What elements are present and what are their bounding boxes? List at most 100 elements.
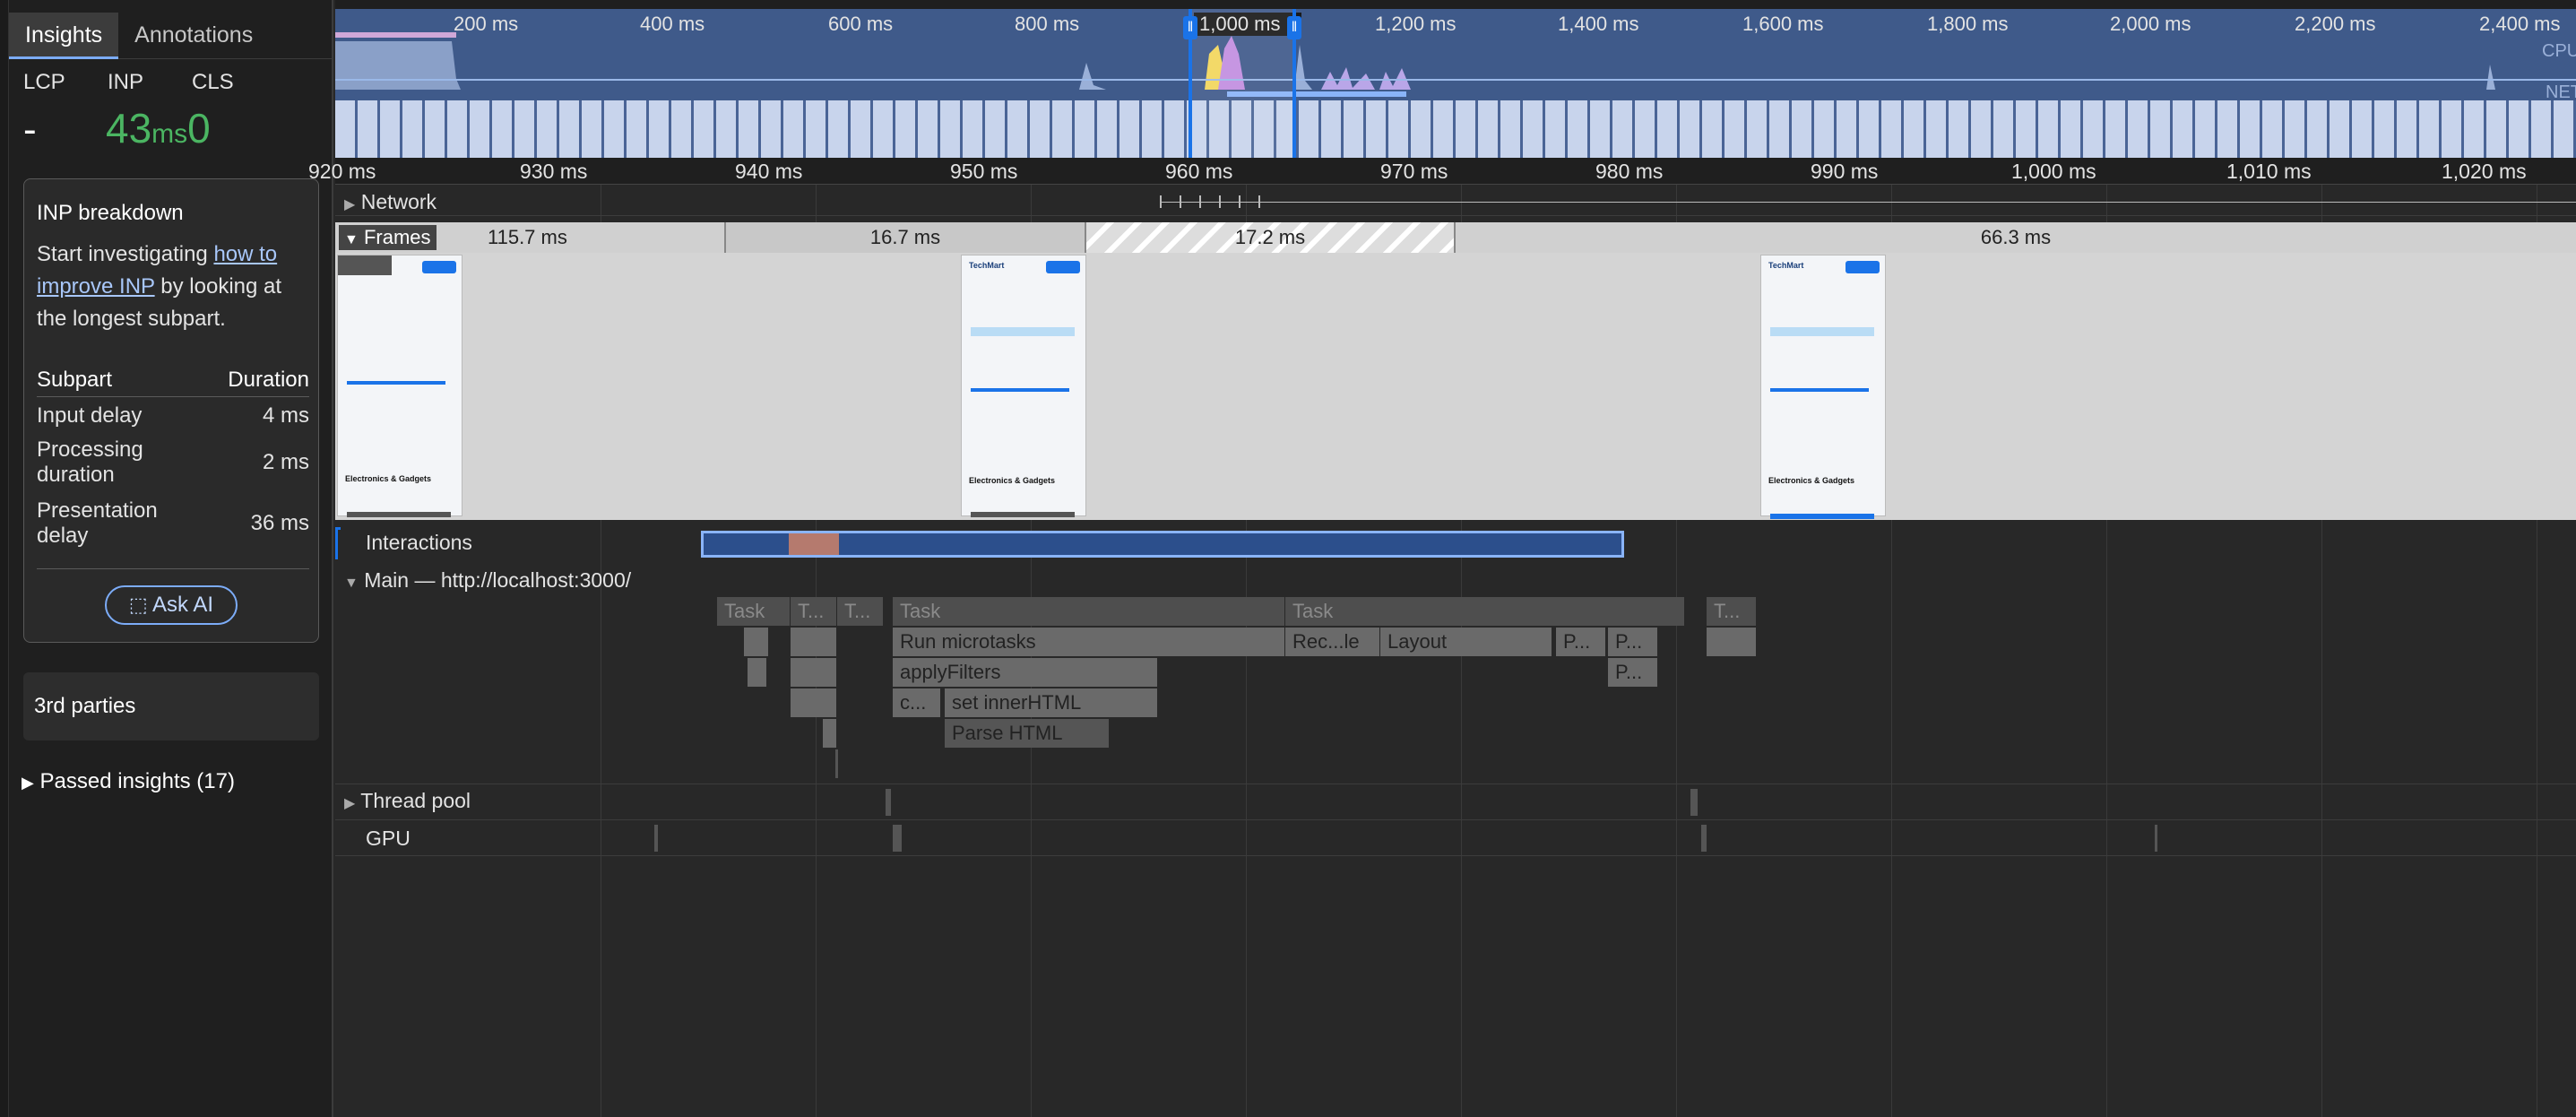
subpart-duration: 4 ms bbox=[262, 403, 309, 428]
interaction-bar[interactable] bbox=[701, 531, 1624, 558]
breakdown-header: Subpart Duration bbox=[37, 368, 309, 393]
timeline-overview[interactable]: 200 ms 400 ms 600 ms 800 ms 1,000 ms 1,2… bbox=[335, 0, 2576, 158]
frames-track-header[interactable]: ▼ Frames bbox=[339, 225, 437, 250]
insights-sidebar: Insights Annotations LCP INP CLS - 43ms0… bbox=[0, 0, 333, 1117]
frames-track[interactable]: ▼ Frames 115.7 ms 16.7 ms 17.2 ms 66.3 m… bbox=[335, 222, 2576, 253]
screenshot-heading: Electronics & Gadgets bbox=[1768, 476, 1855, 485]
timeline-panel[interactable]: 200 ms 400 ms 600 ms 800 ms 1,000 ms 1,2… bbox=[308, 0, 2576, 1117]
subpart-name: Processing duration bbox=[37, 437, 143, 487]
sidebar-tabs: Insights Annotations bbox=[9, 13, 333, 59]
frame-screenshot[interactable]: TechMart Electronics & Gadgets bbox=[1760, 255, 1886, 519]
network-request-markers bbox=[1160, 195, 1276, 208]
ruler-tick: 940 ms bbox=[735, 160, 803, 183]
cls-value: 0 bbox=[187, 105, 211, 152]
description-text-before: Start investigating bbox=[37, 242, 214, 266]
inp-label: INP bbox=[108, 70, 144, 94]
breakdown-divider bbox=[37, 396, 309, 397]
frame-segment[interactable]: 16.7 ms bbox=[726, 222, 1086, 253]
flame-task[interactable]: Task bbox=[1285, 597, 1685, 626]
ruler-tick: 990 ms bbox=[1811, 160, 1879, 183]
flame-event[interactable] bbox=[791, 658, 837, 687]
frame-segment-dropped[interactable]: 17.2 ms bbox=[1086, 222, 1456, 253]
ask-ai-icon: ⬚ bbox=[128, 593, 148, 616]
frame-segment[interactable]: ▼ Frames 115.7 ms bbox=[335, 222, 726, 253]
selection-right-handle[interactable]: ‖ bbox=[1287, 16, 1301, 39]
inp-breakdown-title: INP breakdown bbox=[37, 201, 184, 225]
flame-event[interactable] bbox=[791, 628, 837, 656]
flame-apply-filters[interactable]: applyFilters bbox=[893, 658, 1158, 687]
frame-screenshot[interactable]: Electronics & Gadgets bbox=[337, 255, 462, 517]
main-thread-header[interactable]: ▼ Main — http://localhost:3000/ bbox=[344, 568, 631, 593]
col-subpart: Subpart bbox=[37, 368, 113, 392]
frame-segment[interactable]: 66.3 ms bbox=[1456, 222, 2576, 253]
breakdown-row: Presentation delay 36 ms bbox=[37, 498, 309, 549]
ruler-tick: 980 ms bbox=[1595, 160, 1664, 183]
flame-layout[interactable]: Layout bbox=[1380, 628, 1552, 656]
flame-recalc-style[interactable]: Rec...le bbox=[1285, 628, 1380, 656]
timeline-ruler: 920 ms 930 ms 940 ms 950 ms 960 ms 970 m… bbox=[308, 158, 2576, 185]
ruler-tick: 930 ms bbox=[520, 160, 588, 183]
flame-event[interactable]: P... bbox=[1556, 628, 1606, 656]
overview-tick: 1,800 ms bbox=[1927, 13, 2009, 35]
lcp-value: - bbox=[23, 108, 37, 152]
flame-set-inner-html[interactable]: set innerHTML bbox=[945, 688, 1158, 717]
ruler-tick: 960 ms bbox=[1165, 160, 1233, 183]
breakdown-divider bbox=[37, 568, 309, 569]
col-duration: Duration bbox=[228, 368, 309, 392]
third-parties-insight[interactable]: 3rd parties bbox=[23, 672, 319, 740]
flame-event[interactable]: P... bbox=[1608, 628, 1658, 656]
ruler-tick: 920 ms bbox=[308, 160, 376, 183]
gpu-track-label[interactable]: GPU bbox=[366, 827, 411, 851]
inp-value[interactable]: 43ms0 bbox=[106, 104, 211, 152]
flame-event[interactable]: P... bbox=[1608, 658, 1658, 687]
overview-tick: 1,200 ms bbox=[1375, 13, 1457, 35]
tab-insights[interactable]: Insights bbox=[9, 13, 119, 59]
passed-insights-toggle[interactable]: ▶ Passed insights (17) bbox=[22, 769, 235, 794]
selection-left-handle[interactable]: ‖ bbox=[1183, 16, 1197, 39]
flame-event[interactable] bbox=[748, 658, 767, 687]
flame-event[interactable]: c... bbox=[893, 688, 941, 717]
interaction-input-delay[interactable] bbox=[789, 533, 839, 555]
flame-task[interactable]: T... bbox=[837, 597, 884, 626]
inp-value-number: 43 bbox=[106, 105, 152, 152]
flame-task[interactable]: Task bbox=[717, 597, 791, 626]
inp-value-unit: ms bbox=[151, 119, 188, 149]
thread-pool-header[interactable]: ▶ Thread pool bbox=[344, 789, 471, 813]
ruler-tick: 1,020 ms bbox=[2442, 160, 2527, 183]
cls-label: CLS bbox=[192, 70, 234, 94]
network-track-header[interactable]: ▶ Network bbox=[344, 190, 437, 214]
overview-screenshots-strip bbox=[335, 100, 2576, 158]
flame-event[interactable] bbox=[1707, 628, 1757, 656]
passed-insights-label: Passed insights (17) bbox=[39, 769, 235, 793]
screenshot-brand: TechMart bbox=[969, 261, 1005, 270]
frame-duration: 115.7 ms bbox=[488, 226, 567, 248]
flame-task[interactable]: Task bbox=[893, 597, 1285, 626]
overview-tick: 1,600 ms bbox=[1742, 13, 1824, 35]
expand-triangle-icon: ▶ bbox=[22, 774, 34, 792]
thread-pool-label: Thread pool bbox=[360, 789, 471, 812]
frame-screenshot[interactable]: TechMart Electronics & Gadgets bbox=[961, 255, 1086, 517]
overview-tick: 2,400 ms bbox=[2479, 13, 2561, 35]
screenshot-heading: Electronics & Gadgets bbox=[345, 474, 432, 483]
tab-annotations[interactable]: Annotations bbox=[118, 13, 269, 59]
overview-selection-window[interactable] bbox=[1189, 9, 1296, 158]
flame-task[interactable]: T... bbox=[791, 597, 837, 626]
overview-tick: 600 ms bbox=[828, 13, 894, 35]
collapse-triangle-icon: ▶ bbox=[344, 796, 356, 811]
flame-event[interactable] bbox=[791, 688, 837, 717]
flame-event[interactable] bbox=[744, 628, 769, 656]
flame-event[interactable] bbox=[823, 719, 837, 748]
interactions-track-label[interactable]: Interactions bbox=[366, 531, 472, 555]
screenshot-brand: TechMart bbox=[1768, 261, 1804, 270]
subpart-name: Presentation delay bbox=[37, 498, 158, 548]
ask-ai-label: Ask AI bbox=[152, 593, 214, 617]
network-track-label: Network bbox=[360, 190, 437, 213]
ask-ai-button[interactable]: ⬚ Ask AI bbox=[105, 585, 238, 625]
flame-run-microtasks[interactable]: Run microtasks bbox=[893, 628, 1285, 656]
inp-breakdown-card: INP breakdown Start investigating how to… bbox=[23, 178, 319, 643]
cpu-label: CPU bbox=[2542, 41, 2576, 61]
breakdown-row: Input delay 4 ms bbox=[37, 403, 309, 429]
subpart-name: Input delay bbox=[37, 403, 143, 428]
flame-task[interactable]: T... bbox=[1707, 597, 1757, 626]
flame-parse-html[interactable]: Parse HTML bbox=[945, 719, 1110, 748]
